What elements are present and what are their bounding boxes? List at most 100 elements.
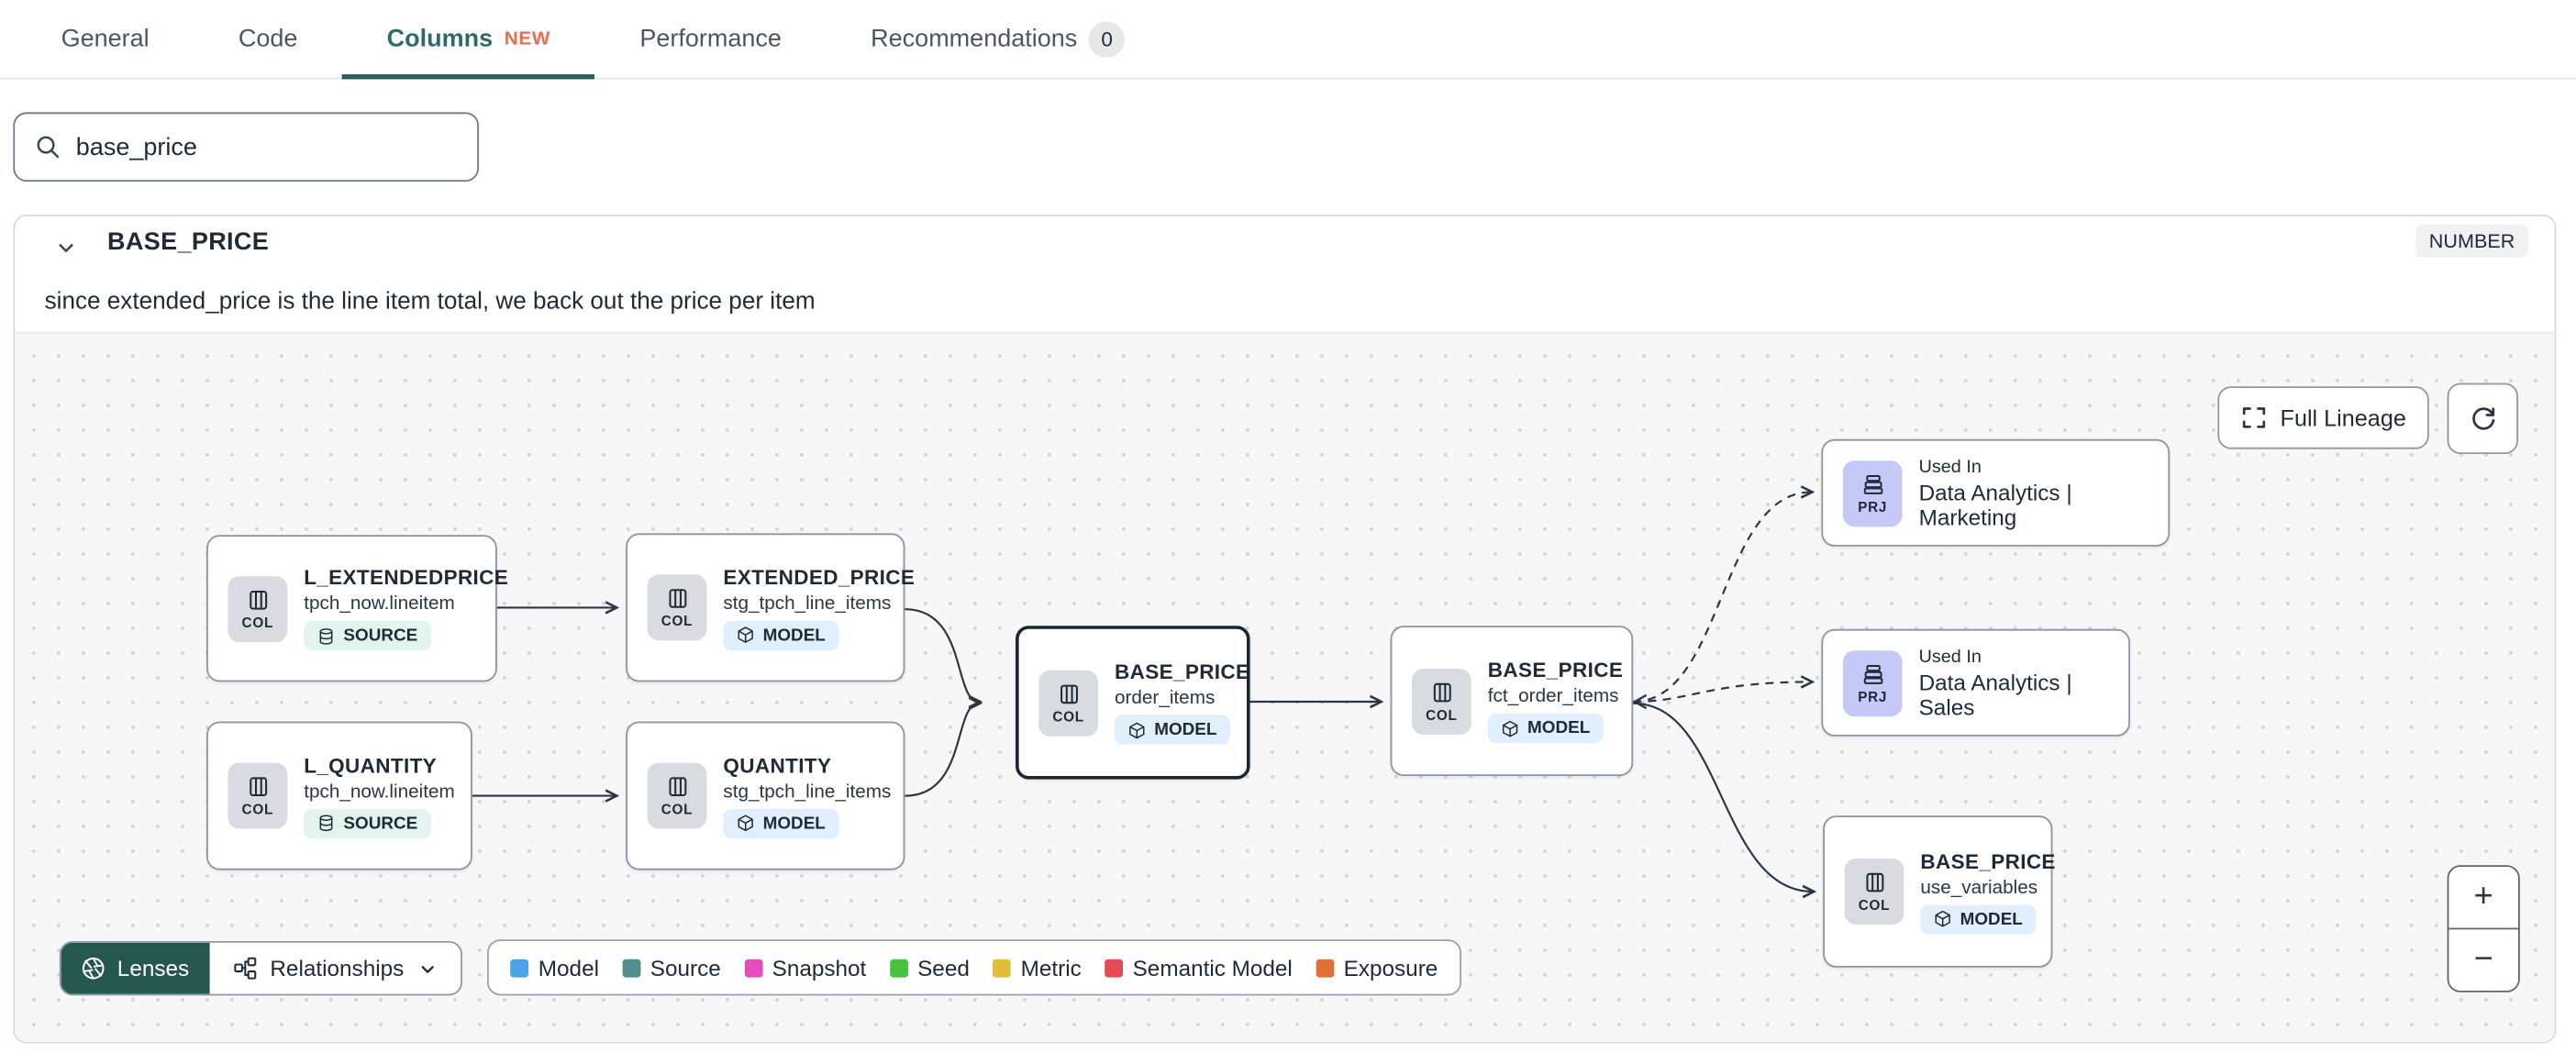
legend-item-model: Model bbox=[510, 955, 599, 980]
node-title: BASE_PRICE bbox=[1920, 849, 2056, 873]
relationships-dropdown[interactable]: Relationships bbox=[209, 943, 461, 994]
tab-label: Columns bbox=[386, 25, 494, 53]
chip-label: COL bbox=[1858, 896, 1891, 914]
chip-label: COL bbox=[241, 801, 274, 817]
lineage-node-l-quantity[interactable]: COL L_QUANTITY tpch_now.lineitem SOURCE bbox=[206, 721, 472, 870]
full-lineage-button[interactable]: Full Lineage bbox=[2217, 386, 2429, 449]
chip-label: COL bbox=[661, 612, 694, 629]
column-icon bbox=[1060, 683, 1078, 704]
new-badge: NEW bbox=[504, 28, 551, 50]
database-icon bbox=[319, 627, 333, 644]
badge-label: SOURCE bbox=[343, 626, 418, 646]
zoom-out-button[interactable]: − bbox=[2448, 929, 2518, 991]
tab-label: Recommendations bbox=[871, 25, 1078, 53]
chip-label: COL bbox=[1426, 705, 1458, 723]
fullscreen-icon bbox=[2242, 407, 2265, 428]
lineage-node-base-price-use-variables[interactable]: COL BASE_PRICE use_variables MODEL bbox=[1823, 815, 2056, 968]
column-chip: COL bbox=[228, 762, 288, 829]
exposure-swatch bbox=[1316, 958, 1334, 977]
zoom-in-button[interactable]: + bbox=[2448, 867, 2518, 930]
column-chip: COL bbox=[1412, 668, 1471, 735]
legend-item-exposure: Exposure bbox=[1316, 955, 1438, 980]
lineage-node-used-in-marketing[interactable]: PRJ Used In Data Analytics | Marketing bbox=[1821, 438, 2171, 547]
cube-icon bbox=[738, 626, 753, 643]
cube-icon bbox=[1502, 720, 1518, 737]
tab-performance[interactable]: Performance bbox=[595, 0, 827, 78]
lineage-node-used-in-sales[interactable]: PRJ Used In Data Analytics | Sales bbox=[1821, 628, 2130, 737]
column-chip: COL bbox=[647, 762, 707, 829]
node-title: QUANTITY bbox=[723, 753, 832, 777]
tab-bar: General Code Columns NEW Performance Rec… bbox=[0, 0, 2576, 80]
lineage-node-base-price-fct-order-items[interactable]: COL BASE_PRICE fct_order_items MODEL bbox=[1390, 626, 1634, 776]
source-swatch bbox=[622, 958, 641, 977]
column-chip: COL bbox=[1844, 859, 1904, 925]
chip-label: PRJ bbox=[1858, 497, 1888, 515]
used-in-label: Used In bbox=[1918, 456, 1982, 477]
column-type-badge: NUMBER bbox=[2415, 224, 2528, 258]
legend-label: Semantic Model bbox=[1132, 955, 1293, 981]
node-title: L_EXTENDEDPRICE bbox=[304, 566, 509, 590]
database-icon bbox=[319, 815, 333, 832]
project-chip: PRJ bbox=[1842, 460, 1903, 526]
lineage-node-l-extendedprice[interactable]: COL L_EXTENDEDPRICE tpch_now.lineitem SO… bbox=[206, 535, 508, 682]
tab-recommendations[interactable]: Recommendations 0 bbox=[827, 0, 1171, 78]
column-icon bbox=[249, 777, 267, 796]
search-input[interactable] bbox=[75, 132, 458, 161]
badge-label: SOURCE bbox=[343, 813, 418, 834]
project-name: Data Analytics | Marketing bbox=[1918, 479, 2072, 529]
lenses-control: Lenses Relationships bbox=[59, 941, 462, 996]
cube-icon bbox=[1129, 721, 1145, 738]
tab-label: Code bbox=[238, 25, 298, 53]
model-badge: MODEL bbox=[1487, 713, 1604, 743]
node-subtitle: fct_order_items bbox=[1487, 686, 1619, 707]
project-chip: PRJ bbox=[1842, 649, 1903, 716]
lineage-node-base-price-order-items-selected[interactable]: COL BASE_PRICE order_items MODEL bbox=[1016, 626, 1250, 780]
search-icon bbox=[37, 136, 60, 159]
zoom-controls: + − bbox=[2447, 865, 2520, 992]
badge-label: MODEL bbox=[1154, 719, 1217, 740]
node-subtitle: tpch_now.lineitem bbox=[304, 781, 455, 802]
node-title: BASE_PRICE bbox=[1115, 660, 1250, 684]
tab-label: Performance bbox=[639, 25, 782, 53]
tab-columns[interactable]: Columns NEW bbox=[342, 0, 596, 80]
refresh-button[interactable] bbox=[2447, 382, 2518, 454]
column-description: since extended_price is the line item to… bbox=[44, 289, 816, 316]
archive-icon bbox=[1862, 664, 1882, 684]
chip-label: PRJ bbox=[1858, 687, 1888, 704]
tab-code[interactable]: Code bbox=[194, 0, 342, 78]
column-chip: COL bbox=[228, 575, 288, 642]
seed-swatch bbox=[889, 958, 908, 977]
semantic-model-swatch bbox=[1105, 958, 1123, 977]
refresh-icon bbox=[2471, 406, 2494, 429]
column-title: BASE_PRICE bbox=[107, 227, 270, 256]
source-badge: SOURCE bbox=[304, 808, 431, 838]
badge-label: MODEL bbox=[762, 625, 826, 645]
legend-item-semantic-model: Semantic Model bbox=[1105, 955, 1293, 980]
legend-label: Model bbox=[538, 955, 600, 981]
column-chip: COL bbox=[647, 574, 707, 641]
legend-label: Exposure bbox=[1343, 955, 1438, 981]
chip-label: COL bbox=[661, 801, 694, 817]
lineage-node-extended-price[interactable]: COL EXTENDED_PRICE stg_tpch_line_items M… bbox=[626, 533, 915, 682]
legend-item-source: Source bbox=[622, 955, 721, 980]
model-badge: MODEL bbox=[723, 619, 839, 650]
column-icon bbox=[1865, 872, 1883, 892]
lineage-node-quantity[interactable]: COL QUANTITY stg_tpch_line_items MODEL bbox=[626, 721, 905, 870]
snapshot-swatch bbox=[744, 958, 762, 977]
used-in-label: Used In bbox=[1918, 646, 1982, 667]
metric-swatch bbox=[993, 958, 1011, 977]
lineage-canvas[interactable]: COL L_EXTENDEDPRICE tpch_now.lineitem SO… bbox=[15, 331, 2555, 1042]
legend-label: Snapshot bbox=[772, 955, 867, 981]
hierarchy-icon bbox=[233, 957, 256, 980]
lineage-legend: Model Source Snapshot Seed Metric Semant… bbox=[487, 939, 1461, 996]
tab-general[interactable]: General bbox=[17, 0, 194, 78]
lenses-button[interactable]: Lenses bbox=[61, 942, 209, 994]
column-icon bbox=[668, 589, 686, 608]
badge-label: MODEL bbox=[1527, 718, 1591, 738]
relationships-label: Relationships bbox=[270, 956, 405, 981]
chevron-down-icon[interactable] bbox=[54, 236, 77, 259]
column-chip: COL bbox=[1038, 669, 1098, 736]
cube-icon bbox=[738, 815, 753, 832]
column-icon bbox=[249, 590, 267, 609]
node-subtitle: use_variables bbox=[1920, 877, 2038, 898]
